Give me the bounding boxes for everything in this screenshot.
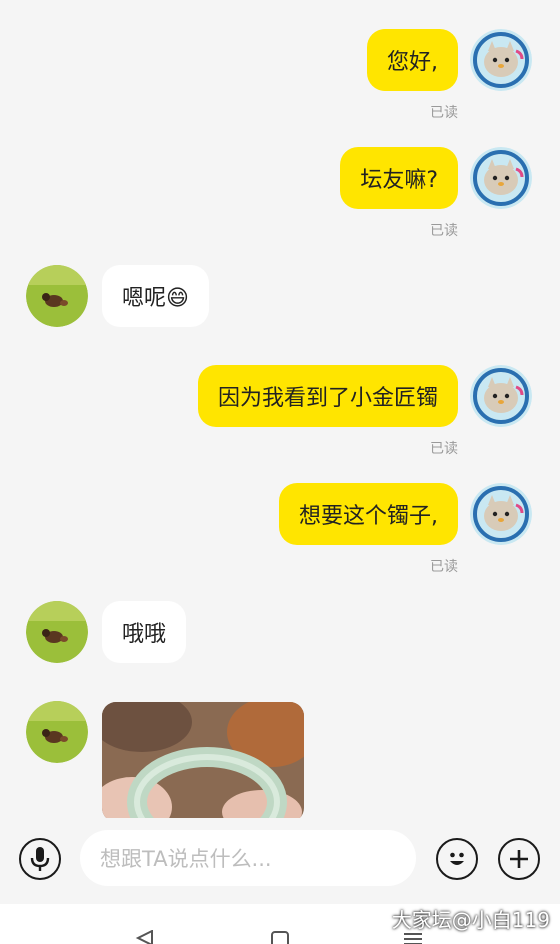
emoji-icon	[450, 852, 464, 865]
message-text: 您好,	[387, 50, 438, 75]
read-receipt: 已读	[430, 223, 458, 239]
my-avatar[interactable]	[470, 147, 532, 209]
my-avatar[interactable]	[470, 483, 532, 545]
their-avatar[interactable]	[26, 701, 88, 763]
watermark: 大家坛@小白119	[391, 908, 550, 932]
my-avatar[interactable]	[470, 29, 532, 91]
back-icon[interactable]	[134, 930, 156, 944]
cartoon-cat-avatar-icon	[470, 483, 532, 545]
read-receipt: 已读	[430, 441, 458, 457]
their-avatar[interactable]	[26, 601, 88, 663]
their-avatar[interactable]	[26, 265, 88, 327]
microphone-icon	[30, 847, 50, 871]
message-text: 哦哦	[122, 622, 167, 647]
add-button[interactable]	[498, 838, 540, 880]
cartoon-cat-avatar-icon	[470, 29, 532, 91]
home-icon[interactable]	[270, 930, 290, 944]
message-bubble-me[interactable]: 您好,	[367, 29, 458, 91]
cartoon-cat-avatar-icon	[470, 147, 532, 209]
bangle-photo-image	[102, 702, 304, 818]
emoji-button[interactable]	[436, 838, 478, 880]
read-receipt: 已读	[430, 105, 458, 121]
read-receipt: 已读	[430, 559, 458, 575]
message-text: 因为我看到了小金匠镯	[217, 386, 438, 411]
message-bubble-me[interactable]: 想要这个镯子,	[279, 483, 458, 545]
message-text: 嗯呢😄	[122, 286, 189, 311]
message-input[interactable]: 想跟TA说点什么...	[80, 830, 416, 886]
dog-on-grass-avatar-icon	[26, 701, 88, 763]
message-bubble-me[interactable]: 因为我看到了小金匠镯	[197, 365, 458, 427]
message-bubble-other[interactable]: 嗯呢😄	[102, 265, 209, 327]
message-text: 想要这个镯子,	[299, 504, 438, 529]
message-bubble-other[interactable]: 哦哦	[102, 601, 187, 663]
voice-button[interactable]	[19, 838, 61, 880]
plus-icon	[510, 850, 528, 868]
cartoon-cat-avatar-icon	[470, 365, 532, 427]
recents-icon[interactable]	[402, 932, 424, 944]
input-placeholder: 想跟TA说点什么...	[100, 847, 272, 871]
message-image[interactable]	[102, 702, 304, 818]
my-avatar[interactable]	[470, 365, 532, 427]
input-bar: 想跟TA说点什么...	[0, 818, 560, 904]
message-bubble-me[interactable]: 坛友嘛?	[340, 147, 458, 209]
message-text: 坛友嘛?	[360, 168, 438, 193]
chat-area[interactable]: 您好, 已读 坛友嘛? 已读 嗯呢😄 因为我看到了小金匠镯 已读 想要这个镯子,…	[0, 0, 560, 818]
dog-on-grass-avatar-icon	[26, 265, 88, 327]
dog-on-grass-avatar-icon	[26, 601, 88, 663]
